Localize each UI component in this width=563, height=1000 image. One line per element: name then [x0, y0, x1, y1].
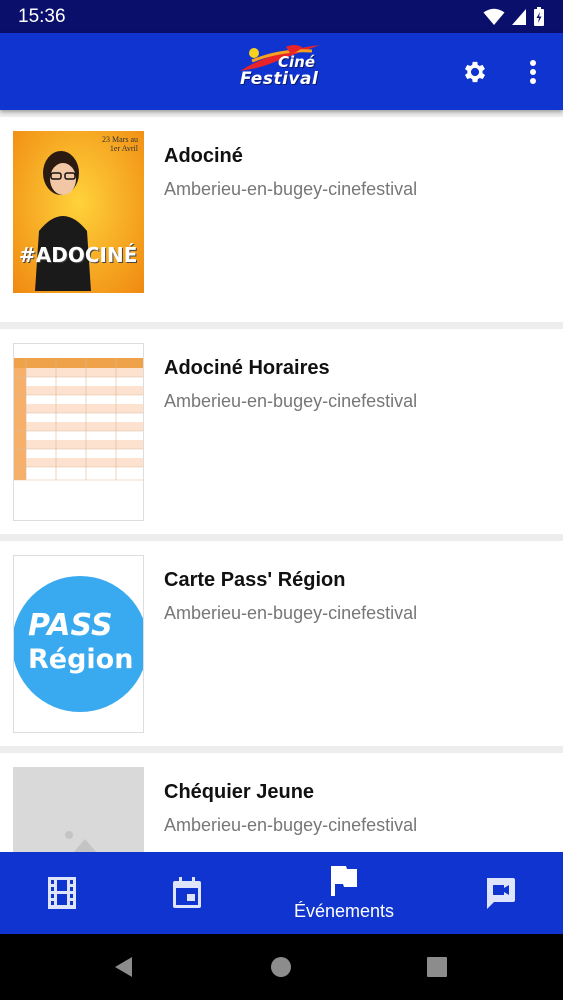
event-subtitle: Amberieu-en-bugey-cinefestival	[164, 391, 418, 411]
overflow-menu-button[interactable]	[518, 53, 548, 91]
event-thumbnail	[13, 343, 144, 521]
more-vert-icon	[530, 60, 536, 84]
events-list[interactable]: 23 Mars au 1er Avril #ADOCINÉ Adociné Am…	[0, 110, 563, 852]
event-title: Adociné Horaires	[164, 357, 330, 379]
nav-calendar[interactable]	[145, 852, 229, 934]
status-time: 15:36	[18, 5, 66, 27]
event-card[interactable]: Adociné Horaires Amberieu-en-bugey-cinef…	[0, 329, 563, 534]
settings-button[interactable]	[456, 53, 494, 91]
wifi-icon	[483, 8, 505, 25]
event-thumbnail: 23 Mars au 1er Avril #ADOCINÉ	[13, 131, 144, 309]
event-subtitle: Amberieu-en-bugey-cinefestival	[164, 179, 418, 199]
gear-icon	[464, 61, 486, 83]
calendar-icon	[173, 877, 201, 908]
thumb-pass: PASS	[28, 608, 113, 643]
system-navigation-bar	[0, 934, 563, 1000]
thumb-region: Région	[28, 644, 134, 675]
event-thumbnail	[13, 767, 144, 852]
video-chat-icon	[487, 878, 515, 909]
nav-video[interactable]	[458, 852, 542, 934]
battery-icon	[534, 6, 544, 26]
logo-text-festival: Festival	[240, 69, 319, 89]
event-title: Chéquier Jeune	[164, 781, 315, 803]
home-icon[interactable]	[269, 955, 293, 979]
app-bar: Ciné Festival	[0, 33, 563, 110]
app-logo: Ciné Festival	[232, 41, 332, 103]
film-icon	[48, 877, 76, 909]
event-subtitle: Amberieu-en-bugey-cinefestival	[164, 815, 418, 835]
thumb-hashtag: #ADOCINÉ	[19, 243, 138, 267]
back-icon[interactable]	[112, 955, 136, 979]
recents-icon[interactable]	[425, 955, 449, 979]
status-bar: 15:36	[0, 0, 563, 33]
thumb-date: 23 Mars au 1er Avril	[102, 135, 138, 153]
bottom-navigation: Événements	[0, 852, 563, 934]
event-title: Adociné	[164, 145, 243, 167]
flag-icon	[331, 865, 357, 896]
nav-films[interactable]	[20, 852, 104, 934]
status-icons	[483, 6, 545, 27]
signal-icon	[512, 8, 526, 25]
event-card[interactable]: 23 Mars au 1er Avril #ADOCINÉ Adociné Am…	[0, 117, 563, 322]
nav-events-label: Événements	[293, 900, 395, 921]
event-thumbnail: PASS Région	[13, 555, 144, 733]
event-title: Carte Pass' Région	[164, 569, 346, 591]
event-card[interactable]: Chéquier Jeune Amberieu-en-bugey-cinefes…	[0, 753, 563, 852]
nav-events[interactable]: Événements	[274, 852, 414, 934]
event-card[interactable]: PASS Région Carte Pass' Région Amberieu-…	[0, 541, 563, 746]
event-subtitle: Amberieu-en-bugey-cinefestival	[164, 603, 418, 623]
